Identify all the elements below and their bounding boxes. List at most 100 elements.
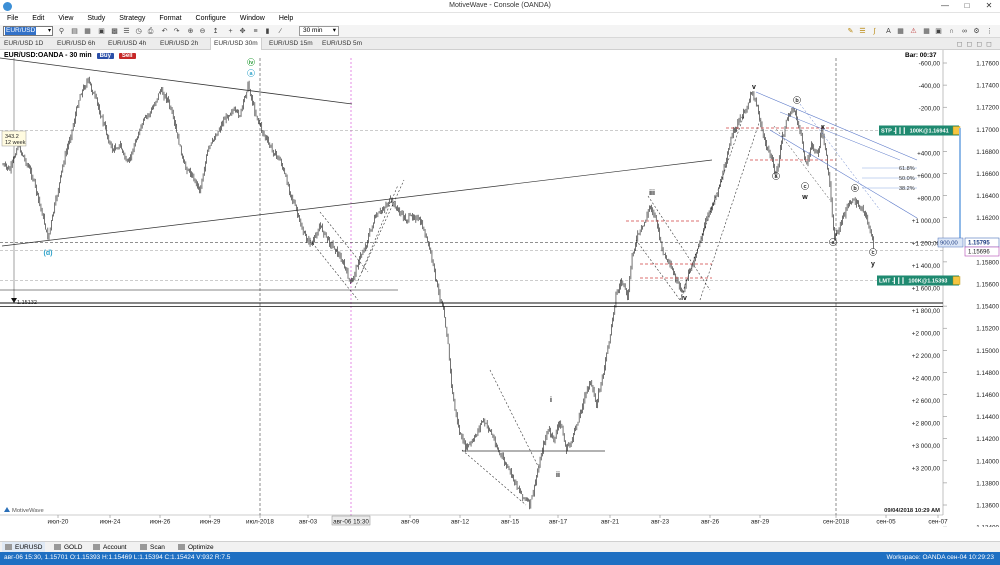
channel-line [679, 114, 745, 301]
chart-timestamp: 09/04/2018 10:29 AM [884, 508, 940, 514]
symbol-input[interactable]: EUR/USD ▾ [3, 26, 53, 36]
zoom-out-icon[interactable]: ⊖ [198, 27, 207, 36]
pip-tick-label: +1 400,00 [912, 263, 941, 270]
timeframe-select[interactable]: 30 min ▾ [299, 26, 339, 36]
tab-eur-usd-1d[interactable]: EUR/USD 1D [4, 38, 43, 50]
settings-icon[interactable]: ⚙ [972, 27, 981, 36]
crosshair-icon[interactable]: + [226, 27, 235, 36]
time-tick-label: авг-12 [451, 519, 470, 526]
chart-tabs: EUR/USD 1D EUR/USD 6h EUR/USD 4h EUR/USD 2h… [0, 38, 1000, 50]
minimize-button[interactable]: — [934, 0, 956, 13]
account-icon [93, 544, 100, 550]
tab-eur-usd-30m[interactable]: EUR/USD 30m [210, 38, 262, 50]
price-tick-label: 1.14800 [976, 370, 999, 377]
more-icon[interactable]: ⋮ [985, 27, 994, 36]
channel-line [647, 195, 711, 291]
limit-order-close-icon [952, 276, 961, 285]
price-tick-label: 1.13600 [976, 503, 999, 510]
menu-file[interactable]: File [0, 13, 25, 25]
chevron-down-icon[interactable]: ▾ [48, 27, 51, 35]
drawing-tool-icon[interactable]: ✎ [846, 27, 855, 36]
time-tick-label: авг-17 [549, 519, 568, 526]
magnet-icon[interactable]: ∩ [947, 27, 956, 36]
search-icon[interactable]: ⚲ [57, 27, 66, 36]
tab-controls[interactable]: ◻◻◻◻ [957, 40, 996, 48]
watchlist-icon[interactable]: ☰ [122, 27, 131, 36]
line-style-icon[interactable]: ∕ [276, 27, 285, 36]
menu-help[interactable]: Help [272, 13, 300, 25]
close-button[interactable]: ✕ [978, 0, 1000, 13]
status-bar: авг-06 15:30, 1.15701 O:1.15393 H:1.1546… [0, 552, 1000, 565]
pointer-icon[interactable]: ↥ [211, 27, 220, 36]
chart-icon[interactable]: ▤ [70, 27, 79, 36]
menu-window[interactable]: Window [233, 13, 272, 25]
pip-tick-label: -400,00 [919, 83, 941, 90]
menu-configure[interactable]: Configure [189, 13, 233, 25]
menu-edit[interactable]: Edit [25, 13, 51, 25]
undo-icon[interactable]: ↶ [160, 27, 169, 36]
menu-format[interactable]: Format [152, 13, 188, 25]
maximize-button[interactable]: □ [956, 0, 978, 13]
channel-line [461, 449, 527, 506]
price-tick-label: 1.17000 [976, 127, 999, 134]
tab-eur-usd-15m[interactable]: EUR/USD 15m [269, 38, 313, 50]
tab-eur-usd-2h[interactable]: EUR/USD 2h [160, 38, 198, 50]
bar-style-icon[interactable]: ≡ [251, 27, 260, 36]
wave-label-ii: ii [556, 472, 560, 479]
price-tick-label: 1.14200 [976, 436, 999, 443]
wave-label-iv-top: iv [249, 60, 255, 66]
buy-button[interactable]: Buy [96, 53, 114, 59]
folder-icon[interactable]: ▣ [97, 27, 106, 36]
second-price-label: 1.15696 [968, 250, 990, 256]
price-tick-label: 1.15200 [976, 326, 999, 333]
title-bar: MotiveWave - Console (OANDA) — □ ✕ [0, 0, 1000, 13]
pip-tick-label: -600,00 [919, 61, 941, 68]
clock-icon[interactable]: ◷ [134, 27, 143, 36]
price-chart[interactable]: 1.17600 1.17400 1.17200 1.17000 1.16800 1.166… [0, 50, 1000, 527]
link-icon[interactable]: ∞ [960, 27, 969, 36]
trend-line [0, 57, 353, 105]
price-tick-label: 1.14600 [976, 392, 999, 399]
tab-eur-usd-6h[interactable]: EUR/USD 6h [57, 38, 95, 50]
layers-icon[interactable]: ▦ [922, 27, 931, 36]
pip-tick-label: +2 600,00 [912, 398, 941, 405]
channel-line [361, 179, 405, 273]
print-icon[interactable]: ⎙ [146, 27, 155, 36]
time-tick-label: авг-15 [501, 519, 520, 526]
time-tick-label: июн-29 [200, 519, 221, 526]
move-icon[interactable]: ✥ [238, 27, 247, 36]
chart-icon [5, 544, 12, 550]
pip-tick-label: +1 200,00 [912, 241, 941, 248]
menu-strategy[interactable]: Strategy [112, 13, 152, 25]
menu-study[interactable]: Study [80, 13, 112, 25]
lock-icon[interactable]: ▣ [934, 27, 943, 36]
redo-icon[interactable]: ↷ [172, 27, 181, 36]
price-tick-label: 1.16400 [976, 193, 999, 200]
grid-icon[interactable]: ▦ [896, 27, 905, 36]
menu-bar: File Edit View Study Strategy Format Con… [0, 13, 1000, 25]
pip-tick-label: -200,00 [919, 106, 941, 113]
watermark-label: MotiveWave [12, 508, 44, 514]
sell-button[interactable]: Sell [118, 53, 136, 59]
stop-order-close-icon [952, 126, 961, 135]
limit-order-label: LMT -▎▎▎ 100K@1.15393 [879, 277, 947, 285]
chart-icon [54, 544, 61, 550]
wave-label-i: i [550, 397, 552, 404]
time-tick-label: июл-2018 [246, 519, 274, 526]
zoom-in-icon[interactable]: ⊕ [186, 27, 195, 36]
tab-eur-usd-5m[interactable]: EUR/USD 5m [322, 38, 362, 50]
wave-label-iii: iii [649, 190, 655, 197]
time-tick-label: июн-26 [150, 519, 171, 526]
fib-tool-icon[interactable]: ☰ [858, 27, 867, 36]
tab-eur-usd-4h[interactable]: EUR/USD 4h [108, 38, 146, 50]
text-tool-icon[interactable]: A [884, 27, 893, 36]
study-icon[interactable]: ▩ [110, 27, 119, 36]
alert-icon[interactable]: ⚠ [909, 27, 918, 36]
time-tick-label: авг-09 [401, 519, 420, 526]
menu-view[interactable]: View [51, 13, 80, 25]
pip-distance-label: 900,00 [940, 241, 958, 247]
layout-icon[interactable]: ▦ [83, 27, 92, 36]
bar-info-readout: авг-06 15:30, 1.15701 O:1.15393 H:1.1546… [4, 554, 231, 561]
candle-style-icon[interactable]: ▮ [263, 27, 272, 36]
elliott-tool-icon[interactable]: ∫ [870, 27, 879, 36]
